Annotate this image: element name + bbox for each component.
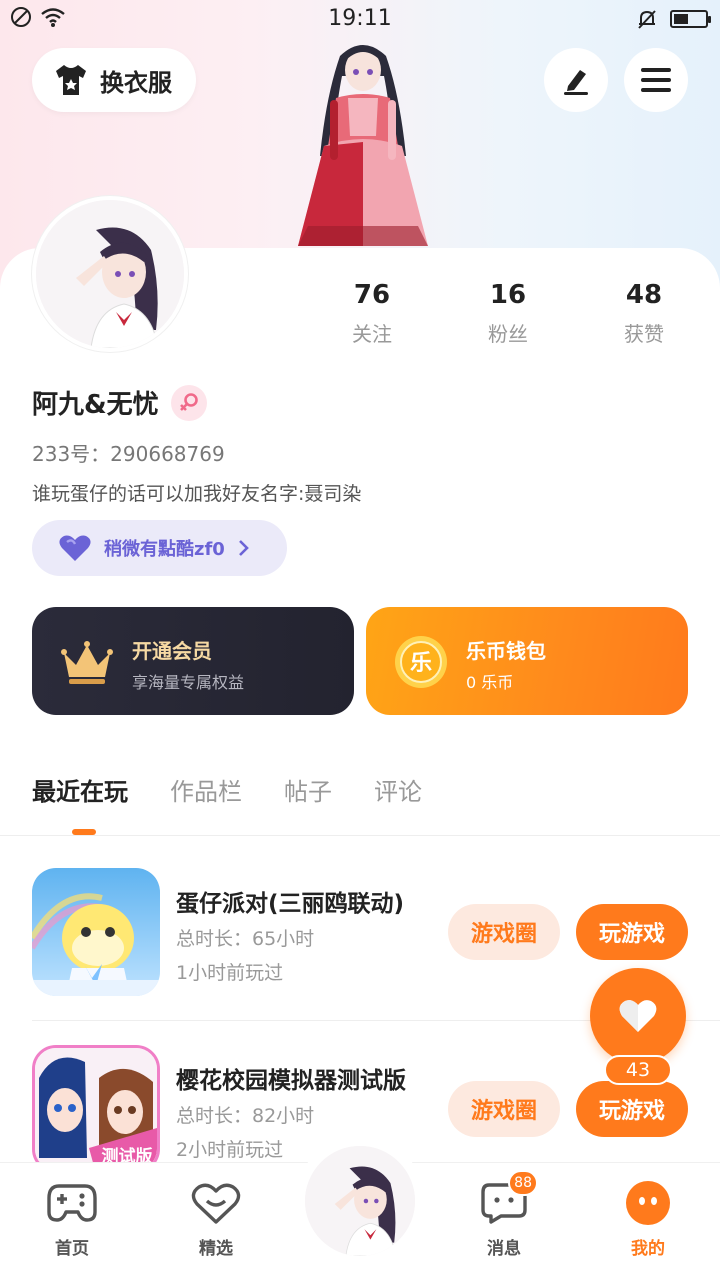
anime-avatar-image [36,200,184,348]
play-game-button[interactable]: 玩游戏 [576,1081,688,1137]
tab-posts[interactable]: 帖子 [284,772,332,807]
nav-featured[interactable]: 精选 [166,1180,266,1259]
coin-char: 乐 [410,651,432,676]
game-circle-button[interactable]: 游戏圈 [448,904,560,960]
profile-tabs: 最近在玩 作品栏 帖子 评论 [32,772,422,807]
message-count-badge: 88 [508,1170,538,1196]
vip-subtitle: 享海量专属权益 [132,673,245,692]
tshirt-icon [56,65,86,95]
crown-icon [61,641,113,684]
following-count: 76 [353,280,391,310]
wallet-balance: 0 乐币 [466,673,514,692]
nav-home[interactable]: 首页 [22,1180,122,1259]
followers-label: 粉丝 [488,322,528,346]
user-bio: 谁玩蛋仔的话可以加我好友名字:聂司染 [32,483,362,505]
following-stat[interactable]: 76 关注 [304,280,440,347]
like-fab-button[interactable] [590,968,686,1064]
following-label: 关注 [352,322,392,346]
pen-icon [564,70,588,95]
game-last-played: 2小时前玩过 [176,1139,284,1161]
user-id: 233号：290668769 [32,442,225,466]
vip-title: 开通会员 [132,639,212,663]
likes-count: 48 [625,280,663,310]
heart-icon [59,535,91,561]
followers-count: 16 [489,280,527,310]
nav-messages-label: 消息 [487,1239,521,1259]
user-avatar[interactable] [32,196,188,352]
profile-face-icon [626,1181,670,1225]
coin-icon: 乐 [395,636,447,688]
nav-center-avatar[interactable] [305,1146,415,1256]
female-icon [170,384,207,421]
guild-tag-label: 稍微有點酷zf0 [104,539,225,560]
battery-icon [670,10,711,28]
heart-icon [619,1000,657,1032]
game-icon-sakura-school[interactable]: 测试版 [32,1045,160,1173]
play-game-button[interactable]: 玩游戏 [576,904,688,960]
game-circle-button[interactable]: 游戏圈 [448,1081,560,1137]
heart-chat-icon [191,1183,241,1224]
hamburger-icon [641,68,671,92]
followers-stat[interactable]: 16 粉丝 [440,280,576,347]
nav-home-label: 首页 [55,1239,89,1259]
nav-me[interactable]: 我的 [598,1180,698,1259]
name-row: 阿九&无忧 [32,384,207,421]
user-name: 阿九&无忧 [32,390,159,420]
game-last-played: 1小时前玩过 [176,962,284,984]
gamepad-icon [47,1184,97,1222]
tab-recently-played[interactable]: 最近在玩 [32,772,128,807]
like-count-badge: 43 [604,1055,672,1085]
tab-works[interactable]: 作品栏 [170,772,242,807]
game-title: 蛋仔派对(三丽鸥联动) [176,891,405,917]
anime-avatar-image [305,1146,415,1256]
edit-profile-button[interactable] [544,48,608,112]
nav-featured-label: 精选 [199,1239,233,1259]
nav-me-label: 我的 [631,1239,665,1259]
coin-wallet-card[interactable]: 乐 乐币钱包 0 乐币 [366,607,688,715]
avatar-3d-character[interactable] [288,36,438,250]
tab-comments[interactable]: 评论 [374,772,422,807]
game-icon-eggy-party[interactable] [32,868,160,996]
status-bar: 19:11 [0,0,720,40]
menu-button[interactable] [624,48,688,112]
tabs-divider [0,835,720,836]
mute-bell-icon [638,10,656,29]
wallet-title: 乐币钱包 [466,639,546,663]
likes-stat[interactable]: 48 获赞 [576,280,712,347]
game-duration: 总时长：82小时 [176,1105,315,1127]
change-outfit-label: 换衣服 [100,68,172,97]
game-title: 樱花校园模拟器测试版 [176,1068,406,1094]
game-duration: 总时长：65小时 [176,928,315,950]
change-outfit-button[interactable]: 换衣服 [32,48,196,112]
vip-membership-card[interactable]: 开通会员 享海量专属权益 [32,607,354,715]
chevron-right-icon [238,540,249,556]
profile-stats: 76 关注 16 粉丝 48 获赞 [304,280,712,347]
guild-tag-button[interactable]: 稍微有點酷zf0 [32,520,287,576]
status-time: 19:11 [328,6,392,31]
likes-label: 获赞 [624,322,664,346]
nav-messages[interactable]: 88 消息 [454,1170,554,1259]
